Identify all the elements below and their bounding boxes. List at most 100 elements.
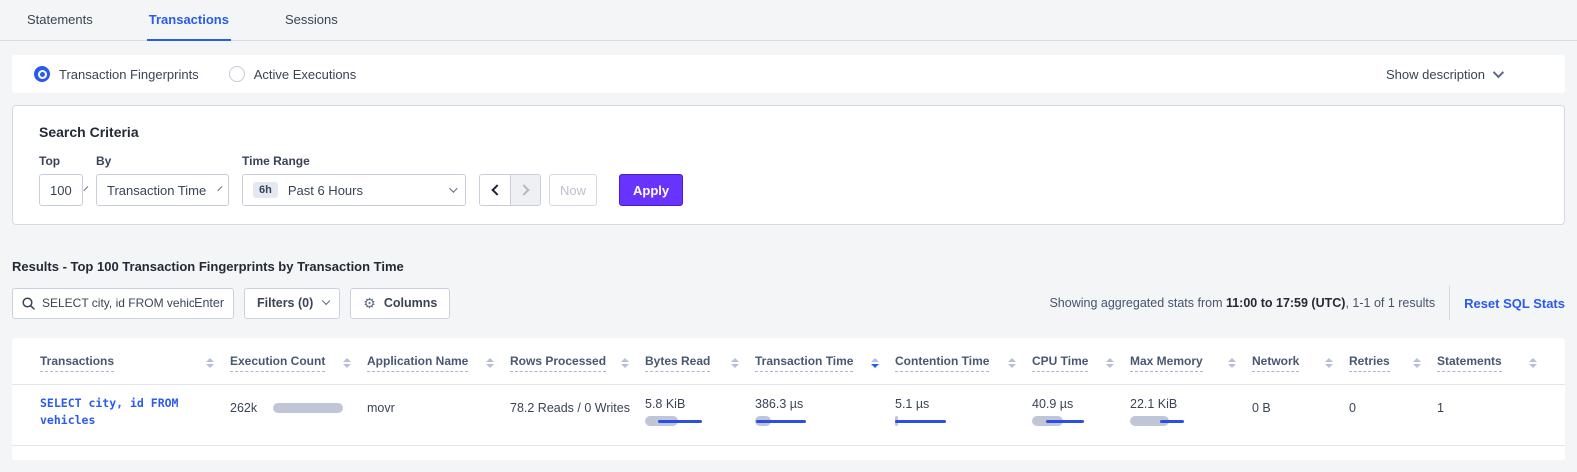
column-label[interactable]: Execution Count [230,354,325,372]
cell-statements: 1 [1437,385,1553,445]
search-input[interactable] [42,296,194,310]
column-header-statements[interactable]: Statements [1437,342,1553,384]
columns-button[interactable]: ⚙ Columns [350,288,450,319]
application-name-value: movr [367,401,395,415]
radio-unselected-icon[interactable] [229,66,245,82]
column-header-rows-processed[interactable]: Rows Processed [510,342,645,384]
results-title: Results - Top 100 Transaction Fingerprin… [12,259,1577,274]
radio-transaction-fingerprints[interactable]: Transaction Fingerprints [34,66,199,82]
cell-transaction-time: 386.3 µs [755,385,895,445]
sort-icon[interactable] [1000,358,1016,368]
tab-statements[interactable]: Statements [25,0,95,41]
sort-icon[interactable] [1405,358,1421,368]
column-header-retries[interactable]: Retries [1349,342,1437,384]
reset-sql-stats-link[interactable]: Reset SQL Stats [1464,296,1565,311]
sort-icon[interactable] [1098,358,1114,368]
sort-icon[interactable] [1220,358,1236,368]
cell-retries: 0 [1349,385,1437,445]
column-label[interactable]: Retries [1349,354,1390,372]
sort-icon[interactable] [198,358,214,368]
top-field: Top 100 [39,154,83,206]
sort-icon[interactable] [1317,358,1333,368]
view-toggle-band: Transaction Fingerprints Active Executio… [12,55,1565,93]
column-header-bytes-read[interactable]: Bytes Read [645,342,755,384]
cell-rows-processed: 78.2 Reads / 0 Writes [510,385,645,445]
sort-icon[interactable] [1521,358,1537,368]
column-label[interactable]: Network [1252,354,1299,372]
show-description-toggle[interactable]: Show description [1386,67,1501,82]
by-field: By Transaction Time [96,154,229,206]
sort-icon[interactable] [723,358,739,368]
transaction-time-bar [755,416,813,426]
cell-bytes-read: 5.8 KiB [645,385,755,445]
time-range-arrows [479,174,541,206]
sort-icon[interactable] [335,358,351,368]
apply-button[interactable]: Apply [619,174,683,206]
column-label[interactable]: Application Name [367,354,468,372]
gear-icon: ⚙ [363,295,376,312]
time-range-prev-button[interactable] [480,175,510,205]
now-button[interactable]: Now [549,174,597,206]
column-header-application-name[interactable]: Application Name [367,342,510,384]
time-range-select[interactable]: 6h Past 6 Hours [242,174,466,206]
table-row: SELECT city, id FROMvehicles 262k movr 7… [12,384,1565,446]
column-label[interactable]: Contention Time [895,354,989,372]
bytes-read-bar [645,416,703,426]
sort-icon[interactable] [478,358,494,368]
column-label[interactable]: Transaction Time [755,354,853,372]
filters-button[interactable]: Filters (0) [244,288,340,319]
by-select[interactable]: Transaction Time [96,174,229,206]
time-range-label: Time Range [242,154,466,168]
column-label[interactable]: Transactions [40,354,114,372]
transaction-fingerprint-link[interactable]: SELECT city, id FROMvehicles [40,395,178,429]
cell-application-name: movr [367,385,510,445]
time-range-next-button[interactable] [510,175,540,205]
transaction-time-value: 386.3 µs [755,397,895,411]
cell-contention-time: 5.1 µs [895,385,1032,445]
sort-icon[interactable] [613,358,629,368]
column-header-cpu-time[interactable]: CPU Time [1032,342,1130,384]
cell-execution-count: 262k [230,385,367,445]
tab-sessions[interactable]: Sessions [283,0,340,41]
bytes-read-value: 5.8 KiB [645,397,755,411]
radio-active-executions[interactable]: Active Executions [229,66,357,82]
top-select-value: 100 [50,183,72,198]
column-label[interactable]: Statements [1437,354,1502,372]
top-label: Top [39,154,83,168]
search-box[interactable]: Enter [12,288,234,319]
column-header-transactions[interactable]: Transactions [12,342,230,384]
column-header-max-memory[interactable]: Max Memory [1130,342,1252,384]
rows-processed-value: 78.2 Reads / 0 Writes [510,401,630,415]
column-label[interactable]: Bytes Read [645,354,710,372]
contention-time-value: 5.1 µs [895,397,1032,411]
cell-cpu-time: 40.9 µs [1032,385,1130,445]
network-value: 0 B [1252,401,1271,415]
aggregated-stats-text: Showing aggregated stats from 11:00 to 1… [1049,296,1435,310]
max-memory-bar [1130,416,1188,426]
column-label[interactable]: Max Memory [1130,354,1203,372]
radio-selected-icon[interactable] [34,66,50,82]
cpu-time-value: 40.9 µs [1032,397,1130,411]
column-label[interactable]: CPU Time [1032,354,1088,372]
chevron-down-icon [218,186,223,191]
retries-value: 0 [1349,401,1356,415]
table-header-row: Transactions Execution Count Application… [12,342,1565,384]
column-header-transaction-time[interactable]: Transaction Time [755,342,895,384]
time-range-badge: 6h [253,182,278,198]
column-header-network[interactable]: Network [1252,342,1349,384]
cell-max-memory: 22.1 KiB [1130,385,1252,445]
radio-label: Active Executions [254,67,357,82]
top-select[interactable]: 100 [39,174,83,206]
column-header-contention-time[interactable]: Contention Time [895,342,1032,384]
search-enter-label[interactable]: Enter [194,296,224,310]
sort-icon[interactable] [863,358,879,368]
column-label[interactable]: Rows Processed [510,354,606,372]
tab-transactions[interactable]: Transactions [147,0,231,41]
by-label: By [96,154,229,168]
cell-network: 0 B [1252,385,1349,445]
column-header-execution-count[interactable]: Execution Count [230,342,367,384]
cell-transaction: SELECT city, id FROMvehicles [12,385,230,445]
execution-count-value: 262k [230,401,257,415]
search-icon [22,297,35,310]
chevron-down-icon [1493,67,1504,78]
